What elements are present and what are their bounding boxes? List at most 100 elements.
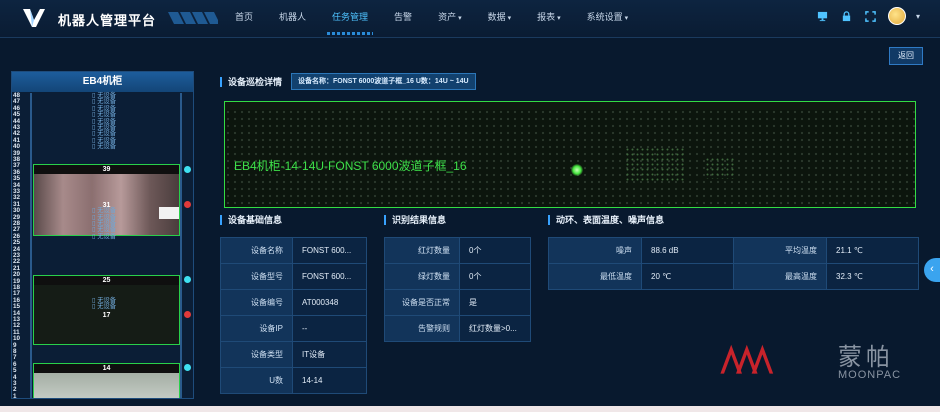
rack-rail-right (180, 93, 182, 398)
basic-info-value: FONST 600... (292, 237, 367, 264)
nav-home[interactable]: 首页 (222, 0, 266, 38)
monitor-icon[interactable] (816, 9, 830, 23)
table-row: 设备编号 AT000348 (220, 289, 367, 316)
rack-device-14[interactable]: 14 (33, 363, 180, 398)
nav-settings[interactable]: 系统设置 ▾ (574, 0, 642, 38)
device-label-top: 39 (34, 165, 179, 174)
device-label-mid: 17 (102, 312, 111, 319)
chevron-down-icon: ▾ (624, 15, 629, 22)
rack-empty-slot: ▯ 无设备 (92, 303, 117, 311)
environment-key: 最低温度 (548, 263, 642, 290)
environment-key: 最高温度 (733, 263, 827, 290)
basic-info-key: 设备型号 (220, 263, 293, 290)
inspection-image-label: EB4机柜-14-14U-FONST 6000波道子框_16 (234, 159, 467, 173)
status-dot-red (184, 311, 191, 318)
nav-task-management[interactable]: 任务管理 (319, 0, 381, 38)
nav-report-label: 报表 (537, 12, 556, 22)
chevron-down-icon: ▾ (458, 15, 462, 22)
inspection-title: 设备巡检详情 (220, 77, 282, 87)
basic-info-key: 设备类型 (220, 341, 293, 368)
nav-task-label: 任务管理 (332, 12, 369, 22)
table-row: 设备型号 FONST 600... (220, 263, 367, 290)
app-header: 机器人管理平台 首页 机器人 任务管理 告警 资产 ▾ 数据 ▾ 报表 ▾ 系统设置 ▾… (0, 0, 940, 38)
recognition-key: 红灯数量 (384, 237, 460, 264)
recognition-key: 设备是否正常 (384, 289, 460, 316)
fullscreen-icon[interactable] (864, 9, 878, 23)
environment-value: 32.3 ℃ (826, 263, 919, 290)
watermark-cn: 蒙帕 (838, 344, 894, 371)
nav-assets[interactable]: 资产 ▾ (425, 0, 475, 38)
device-label-top: 25 (34, 276, 179, 285)
chevron-left-icon: ‹ (930, 263, 934, 275)
user-avatar[interactable] (887, 7, 906, 25)
recognition-key: 绿灯数量 (384, 263, 460, 290)
environment-value: 20 ℃ (641, 263, 734, 290)
nav-home-label: 首页 (235, 12, 254, 22)
rack-empty-slot: ▯ 无设备 (92, 143, 117, 151)
table-row: 设备类型 IT设备 (220, 341, 367, 368)
rack-u-number: 1 (13, 392, 17, 399)
recognition-value: 是 (459, 289, 531, 316)
nav-settings-label: 系统设置 (586, 12, 623, 22)
table-row: 噪声 88.6 dB 平均温度 21.1 ℃ (548, 237, 919, 264)
app-title: 机器人管理平台 (58, 13, 157, 28)
rack-title: EB4机柜 (12, 72, 193, 92)
nav-data-label: 数据 (487, 12, 506, 22)
basic-info-value: -- (292, 315, 367, 342)
collapse-panel-button[interactable]: ‹ (924, 258, 940, 282)
environment-key: 噪声 (548, 237, 642, 264)
status-dot-cyan (184, 166, 191, 173)
basic-info-key: U数 (220, 367, 293, 394)
recognition-table: 红灯数量 0个 绿灯数量 0个 设备是否正常是 告警规则 红灯数量>0... (384, 237, 531, 342)
recognition-key: 告警规则 (384, 315, 460, 342)
basic-info-value: IT设备 (292, 341, 367, 368)
device-panel-white (159, 207, 179, 219)
app-logo-icon (23, 9, 45, 27)
recognition-value: 0个 (459, 263, 531, 290)
nav-assets-label: 资产 (438, 12, 457, 22)
basic-info-title: 设备基础信息 (220, 215, 282, 225)
chevron-down-icon: ▾ (557, 15, 561, 22)
device-tag: 设备名称：FONST 6000波道子框_16 U数：14U ~ 14U (291, 73, 476, 90)
chevron-down-icon: ▾ (507, 15, 512, 22)
back-button[interactable]: 返回 (889, 47, 923, 65)
nav-alarm-label: 告警 (394, 12, 413, 22)
table-row: 绿灯数量 0个 (384, 263, 531, 290)
status-dot-red (184, 201, 191, 208)
table-row: 最低温度 20 ℃ 最高温度 32.3 ℃ (548, 263, 919, 290)
environment-value: 88.6 dB (641, 237, 734, 264)
device-label-top: 14 (34, 364, 179, 373)
basic-info-key: 设备名称 (220, 237, 293, 264)
basic-info-key: 设备编号 (220, 289, 293, 316)
lock-icon[interactable] (840, 9, 854, 23)
equipment-image (225, 102, 915, 207)
basic-info-value: 14-14 (292, 367, 367, 394)
environment-title: 动环、表面温度、噪声信息 (548, 215, 664, 225)
status-dot-cyan (184, 364, 191, 371)
table-row: U数 14-14 (220, 367, 367, 394)
nav-report[interactable]: 报表 ▾ (524, 0, 574, 38)
table-row: 设备是否正常是 (384, 289, 531, 316)
nav-data[interactable]: 数据 ▾ (475, 0, 525, 38)
chevron-down-icon[interactable]: ▾ (916, 12, 920, 21)
table-row: 红灯数量 0个 (384, 237, 531, 264)
watermark-en: MOONPAC (838, 369, 902, 381)
nav-robot[interactable]: 机器人 (266, 0, 319, 38)
rack-panel: EB4机柜 39 31 25 17 14 48 ▯ 无设备 47 ▯ 无设备 46 ▯ 无… (11, 71, 194, 399)
green-led-indicator (571, 164, 583, 176)
environment-table: 噪声 88.6 dB 平均温度 21.1 ℃ 最低温度 20 ℃ 最高温度 32… (548, 237, 919, 290)
inspection-image: EB4机柜-14-14U-FONST 6000波道子框_16 (224, 101, 916, 208)
basic-info-table: 设备名称 FONST 600... 设备型号 FONST 600... 设备编号 AT… (220, 237, 367, 394)
title-decoration (168, 12, 218, 24)
basic-info-key: 设备IP (220, 315, 293, 342)
basic-info-value: AT000348 (292, 289, 367, 316)
environment-value: 21.1 ℃ (826, 237, 919, 264)
environment-key: 平均温度 (733, 237, 827, 264)
nav-robot-label: 机器人 (279, 12, 307, 22)
rack-empty-slot: ▯ 无设备 (92, 232, 117, 240)
rack-body: 39 31 25 17 14 48 ▯ 无设备 47 ▯ 无设备 46 ▯ 无设备 45 ▯ … (12, 92, 193, 399)
status-dot-cyan (184, 276, 191, 283)
moonpac-logo-icon (720, 344, 774, 374)
main-nav: 首页 机器人 任务管理 告警 资产 ▾ 数据 ▾ 报表 ▾ 系统设置 ▾ (222, 0, 641, 38)
nav-alarm[interactable]: 告警 (381, 0, 425, 38)
